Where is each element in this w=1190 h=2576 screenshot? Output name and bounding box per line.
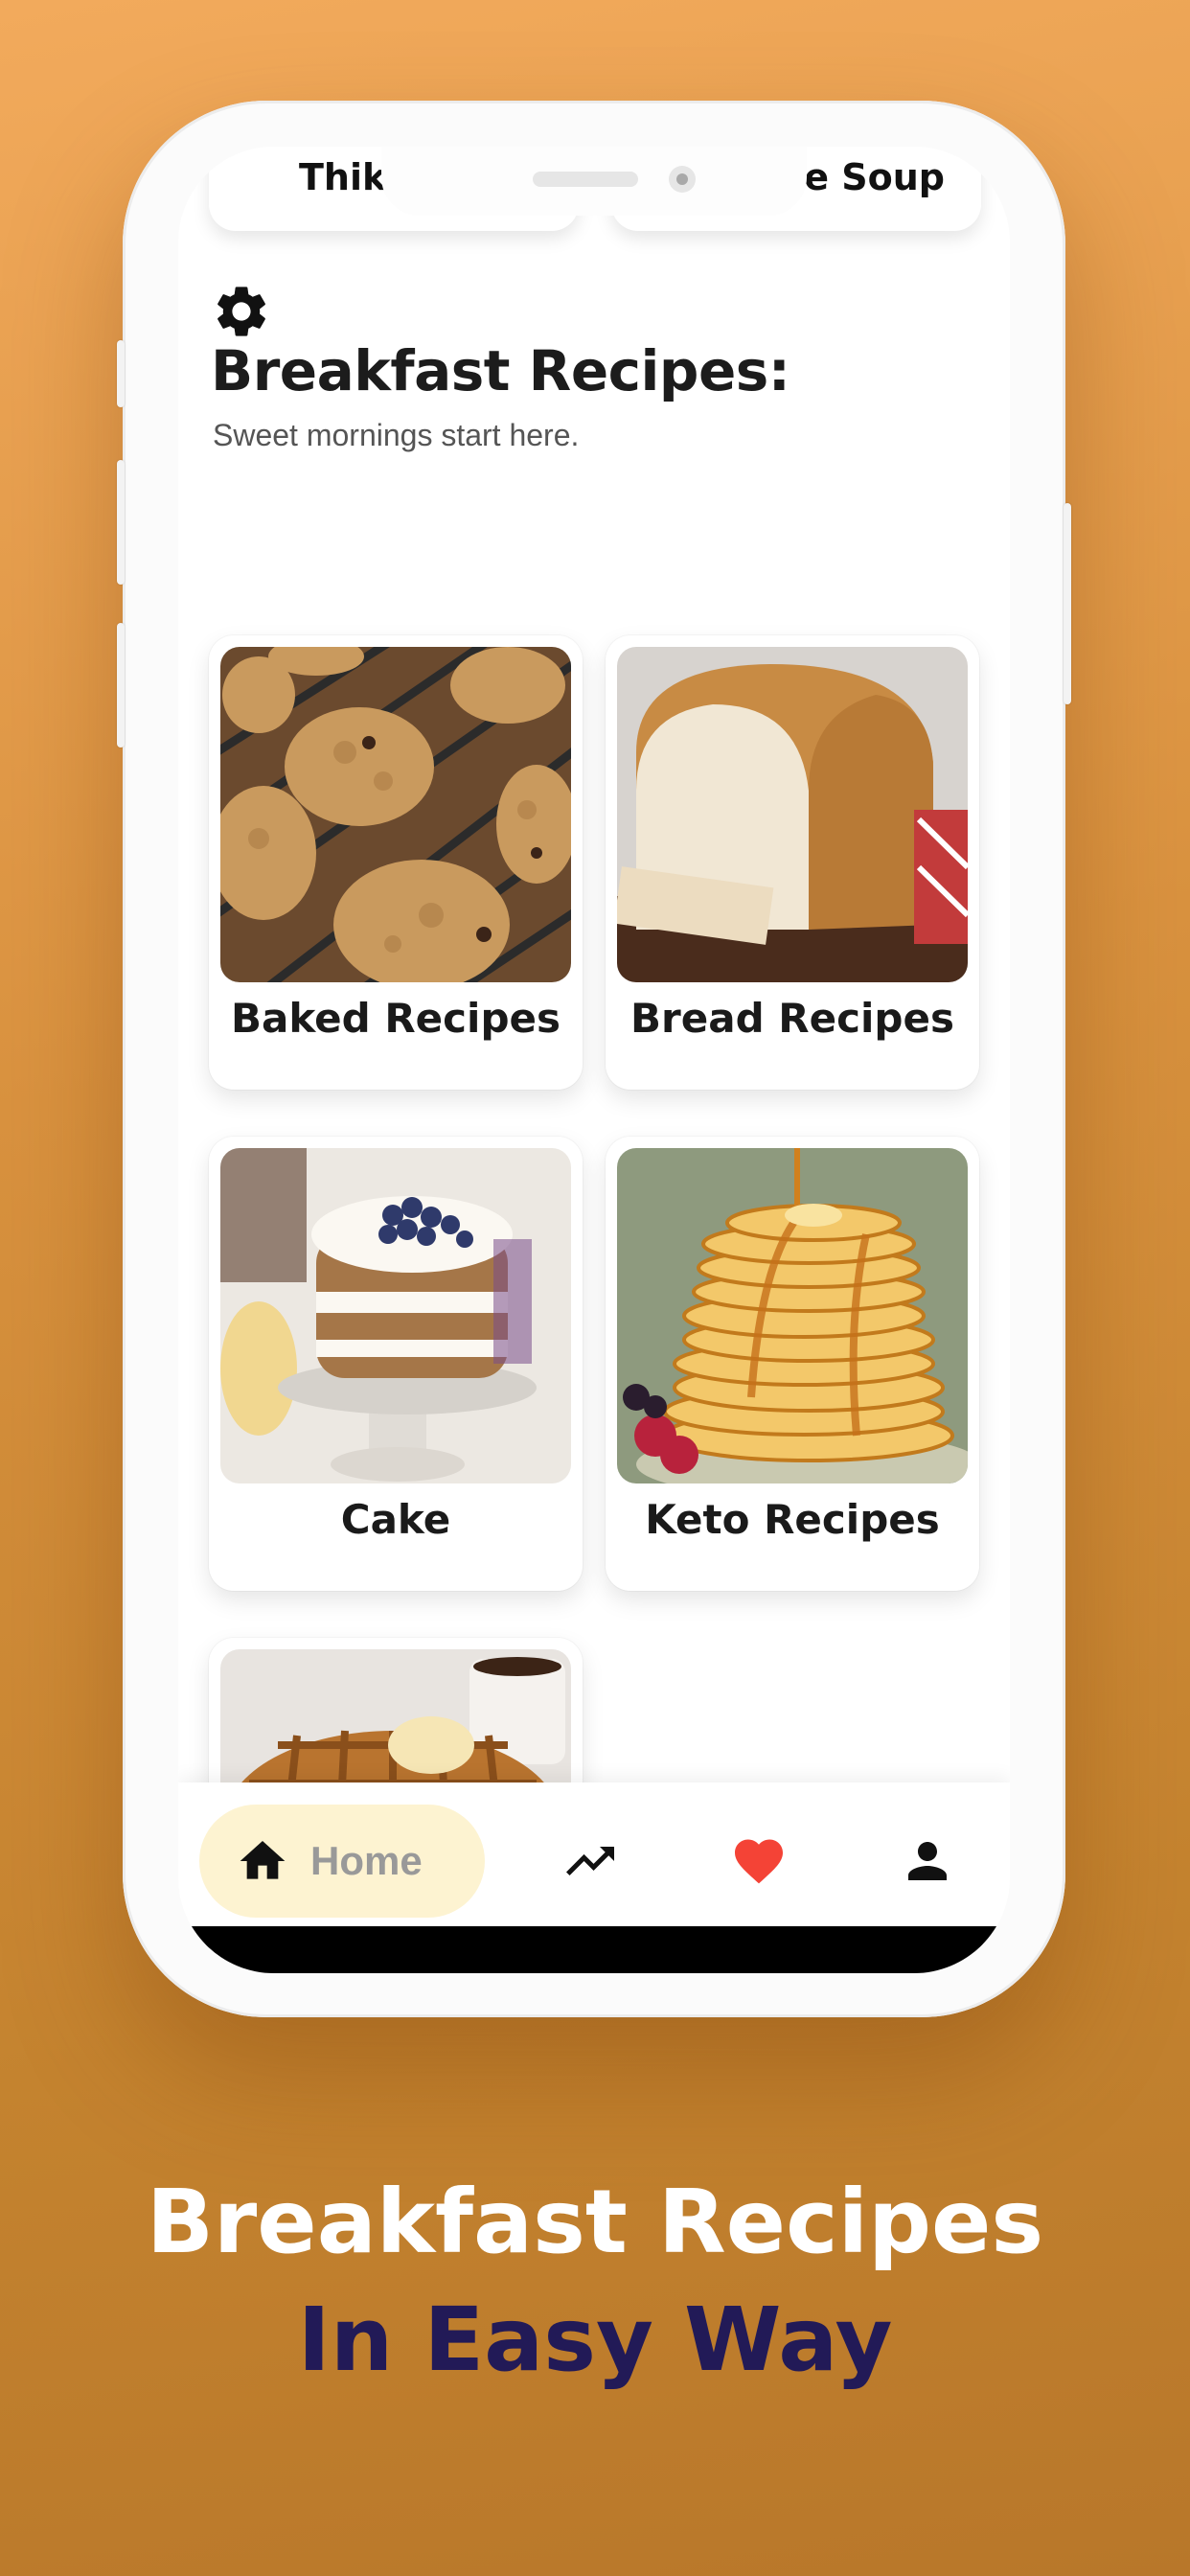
keto-recipes-image xyxy=(617,1148,968,1484)
page-subtitle: Sweet mornings start here. xyxy=(213,418,580,452)
speaker xyxy=(533,172,638,187)
volume-up-button xyxy=(117,460,125,585)
recipe-card-title: e Soup xyxy=(804,156,945,198)
promo-headline-line1: Breakfast Recipes xyxy=(146,2171,1044,2273)
recipe-card-title: Thik xyxy=(299,156,387,198)
category-label: Bread Recipes xyxy=(630,995,954,1042)
nav-home-tab[interactable]: Home xyxy=(199,1805,485,1918)
power-button xyxy=(1064,503,1071,704)
category-card-cake[interactable]: Cake xyxy=(209,1137,583,1591)
phone-frame: Thik e Soup Breakfast Recipes: Sweet mor… xyxy=(117,101,1071,2017)
heart-icon[interactable] xyxy=(730,1832,788,1890)
category-label: Keto Recipes xyxy=(645,1496,940,1543)
category-card-keto[interactable]: Keto Recipes xyxy=(606,1137,979,1591)
bread-recipes-image xyxy=(617,647,968,982)
mute-switch xyxy=(117,340,125,407)
bottom-navigation: Home xyxy=(178,1782,1010,1945)
home-icon xyxy=(240,1841,286,1879)
cake-image xyxy=(220,1148,571,1484)
promo-headline-line2: In Easy Way xyxy=(297,2288,893,2391)
page-title: Breakfast Recipes: xyxy=(211,338,790,403)
notch xyxy=(381,147,807,216)
category-label: Baked Recipes xyxy=(231,995,561,1042)
category-card-baked[interactable]: Baked Recipes xyxy=(209,635,583,1090)
baked-recipes-image xyxy=(220,647,571,982)
device-bottom-bezel xyxy=(178,1926,1010,1973)
profile-icon[interactable] xyxy=(899,1832,956,1890)
front-camera xyxy=(669,166,696,193)
category-card-bread[interactable]: Bread Recipes xyxy=(606,635,979,1090)
app-screen: Thik e Soup Breakfast Recipes: Sweet mor… xyxy=(178,147,1010,1973)
gear-icon[interactable] xyxy=(211,281,272,342)
trending-icon[interactable] xyxy=(561,1832,619,1890)
volume-down-button xyxy=(117,623,125,748)
nav-home-label: Home xyxy=(310,1838,423,1883)
category-label: Cake xyxy=(340,1496,451,1543)
